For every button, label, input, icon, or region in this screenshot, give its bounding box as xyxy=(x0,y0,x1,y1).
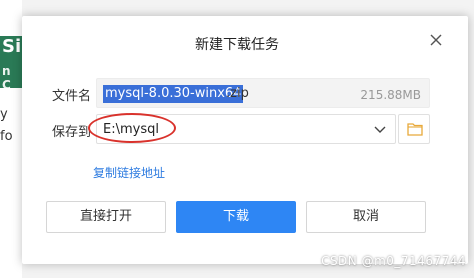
watermark: CSDN @m0_71467744 xyxy=(321,254,466,268)
filename-field[interactable]: mysql-8.0.30-winx64 .zip 215.88MB xyxy=(96,78,430,108)
download-button[interactable]: 下载 xyxy=(176,201,296,233)
save-path-value: E:\mysql xyxy=(103,122,159,137)
close-icon xyxy=(430,34,442,46)
background-banner: Si n C xyxy=(0,36,22,88)
background-banner-title: Si xyxy=(2,36,22,57)
new-download-dialog: 新建下载任务 文件名 mysql-8.0.30-winx64 .zip 215.… xyxy=(22,16,468,264)
background-text: y fo xyxy=(0,104,22,148)
filename-label: 文件名 xyxy=(52,89,92,104)
save-path-select[interactable]: E:\mysql xyxy=(96,114,396,144)
folder-icon xyxy=(407,123,423,136)
save-to-label: 保存到 xyxy=(52,125,92,140)
filename-extension: .zip xyxy=(226,86,249,101)
open-directly-button[interactable]: 直接打开 xyxy=(46,201,166,233)
file-size: 215.88MB xyxy=(360,88,421,102)
copy-link-address[interactable]: 复制链接地址 xyxy=(93,164,165,181)
dialog-title: 新建下载任务 xyxy=(195,37,279,53)
background-text-line-2: fo xyxy=(0,129,13,144)
filename-selected-text: mysql-8.0.30-winx64 xyxy=(103,85,244,103)
cancel-button[interactable]: 取消 xyxy=(306,201,426,233)
close-button[interactable] xyxy=(426,30,446,50)
browse-folder-button[interactable] xyxy=(398,114,430,144)
background-banner-subtitle: n C xyxy=(2,64,11,88)
chevron-down-icon[interactable] xyxy=(373,123,387,137)
background-text-line-1: y xyxy=(0,107,8,122)
